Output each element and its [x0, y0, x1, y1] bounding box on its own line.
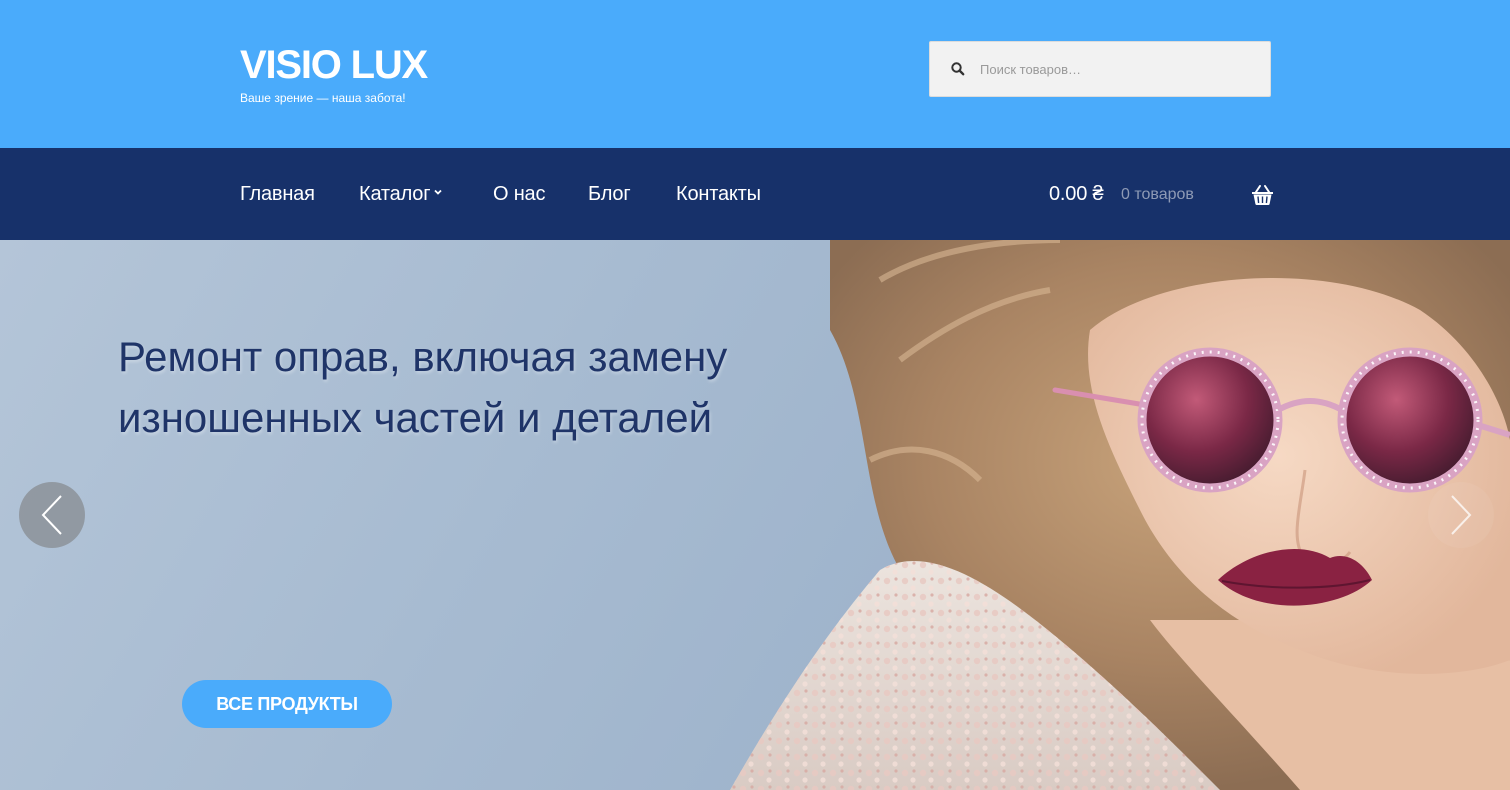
cart-total[interactable]: 0.00 ₴	[1049, 181, 1104, 207]
cart-count[interactable]: 0 товаров	[1121, 184, 1194, 206]
chevron-right-icon	[1451, 495, 1472, 535]
nav-item-home[interactable]: Главная	[240, 181, 315, 207]
nav-item-label: Каталог	[359, 183, 431, 205]
nav-item-label: Главная	[240, 183, 315, 205]
nav-item-label: Контакты	[676, 183, 761, 205]
top-header: VISIO LUX Ваше зрение — наша забота!	[0, 0, 1510, 148]
slider-next-button[interactable]	[1428, 482, 1494, 548]
all-products-button[interactable]: ВСЕ ПРОДУКТЫ	[182, 680, 392, 728]
main-nav: Главная Каталог О нас Блог Контакты 0.00…	[0, 148, 1510, 240]
nav-item-about[interactable]: О нас	[493, 181, 545, 207]
slider-prev-button[interactable]	[19, 482, 85, 548]
search-box[interactable]	[929, 41, 1271, 97]
hero-title: Ремонт оправ, включая замену изношенных …	[118, 333, 728, 441]
nav-item-label: Блог	[588, 183, 631, 205]
nav-item-blog[interactable]: Блог	[588, 181, 631, 207]
site-tagline: Ваше зрение — наша забота!	[240, 91, 406, 105]
hero-slider: Ремонт оправ, включая замену изношенных …	[0, 240, 1510, 790]
search-input[interactable]	[972, 50, 1262, 88]
site-logo[interactable]: VISIO LUX	[240, 42, 428, 88]
nav-item-label: О нас	[493, 183, 546, 205]
nav-item-contacts[interactable]: Контакты	[676, 181, 761, 207]
chevron-left-icon	[41, 495, 62, 535]
nav-item-catalog[interactable]: Каталог	[359, 181, 442, 207]
search-icon[interactable]	[950, 61, 966, 77]
chevron-down-icon	[434, 189, 442, 195]
basket-icon[interactable]	[1251, 184, 1274, 206]
